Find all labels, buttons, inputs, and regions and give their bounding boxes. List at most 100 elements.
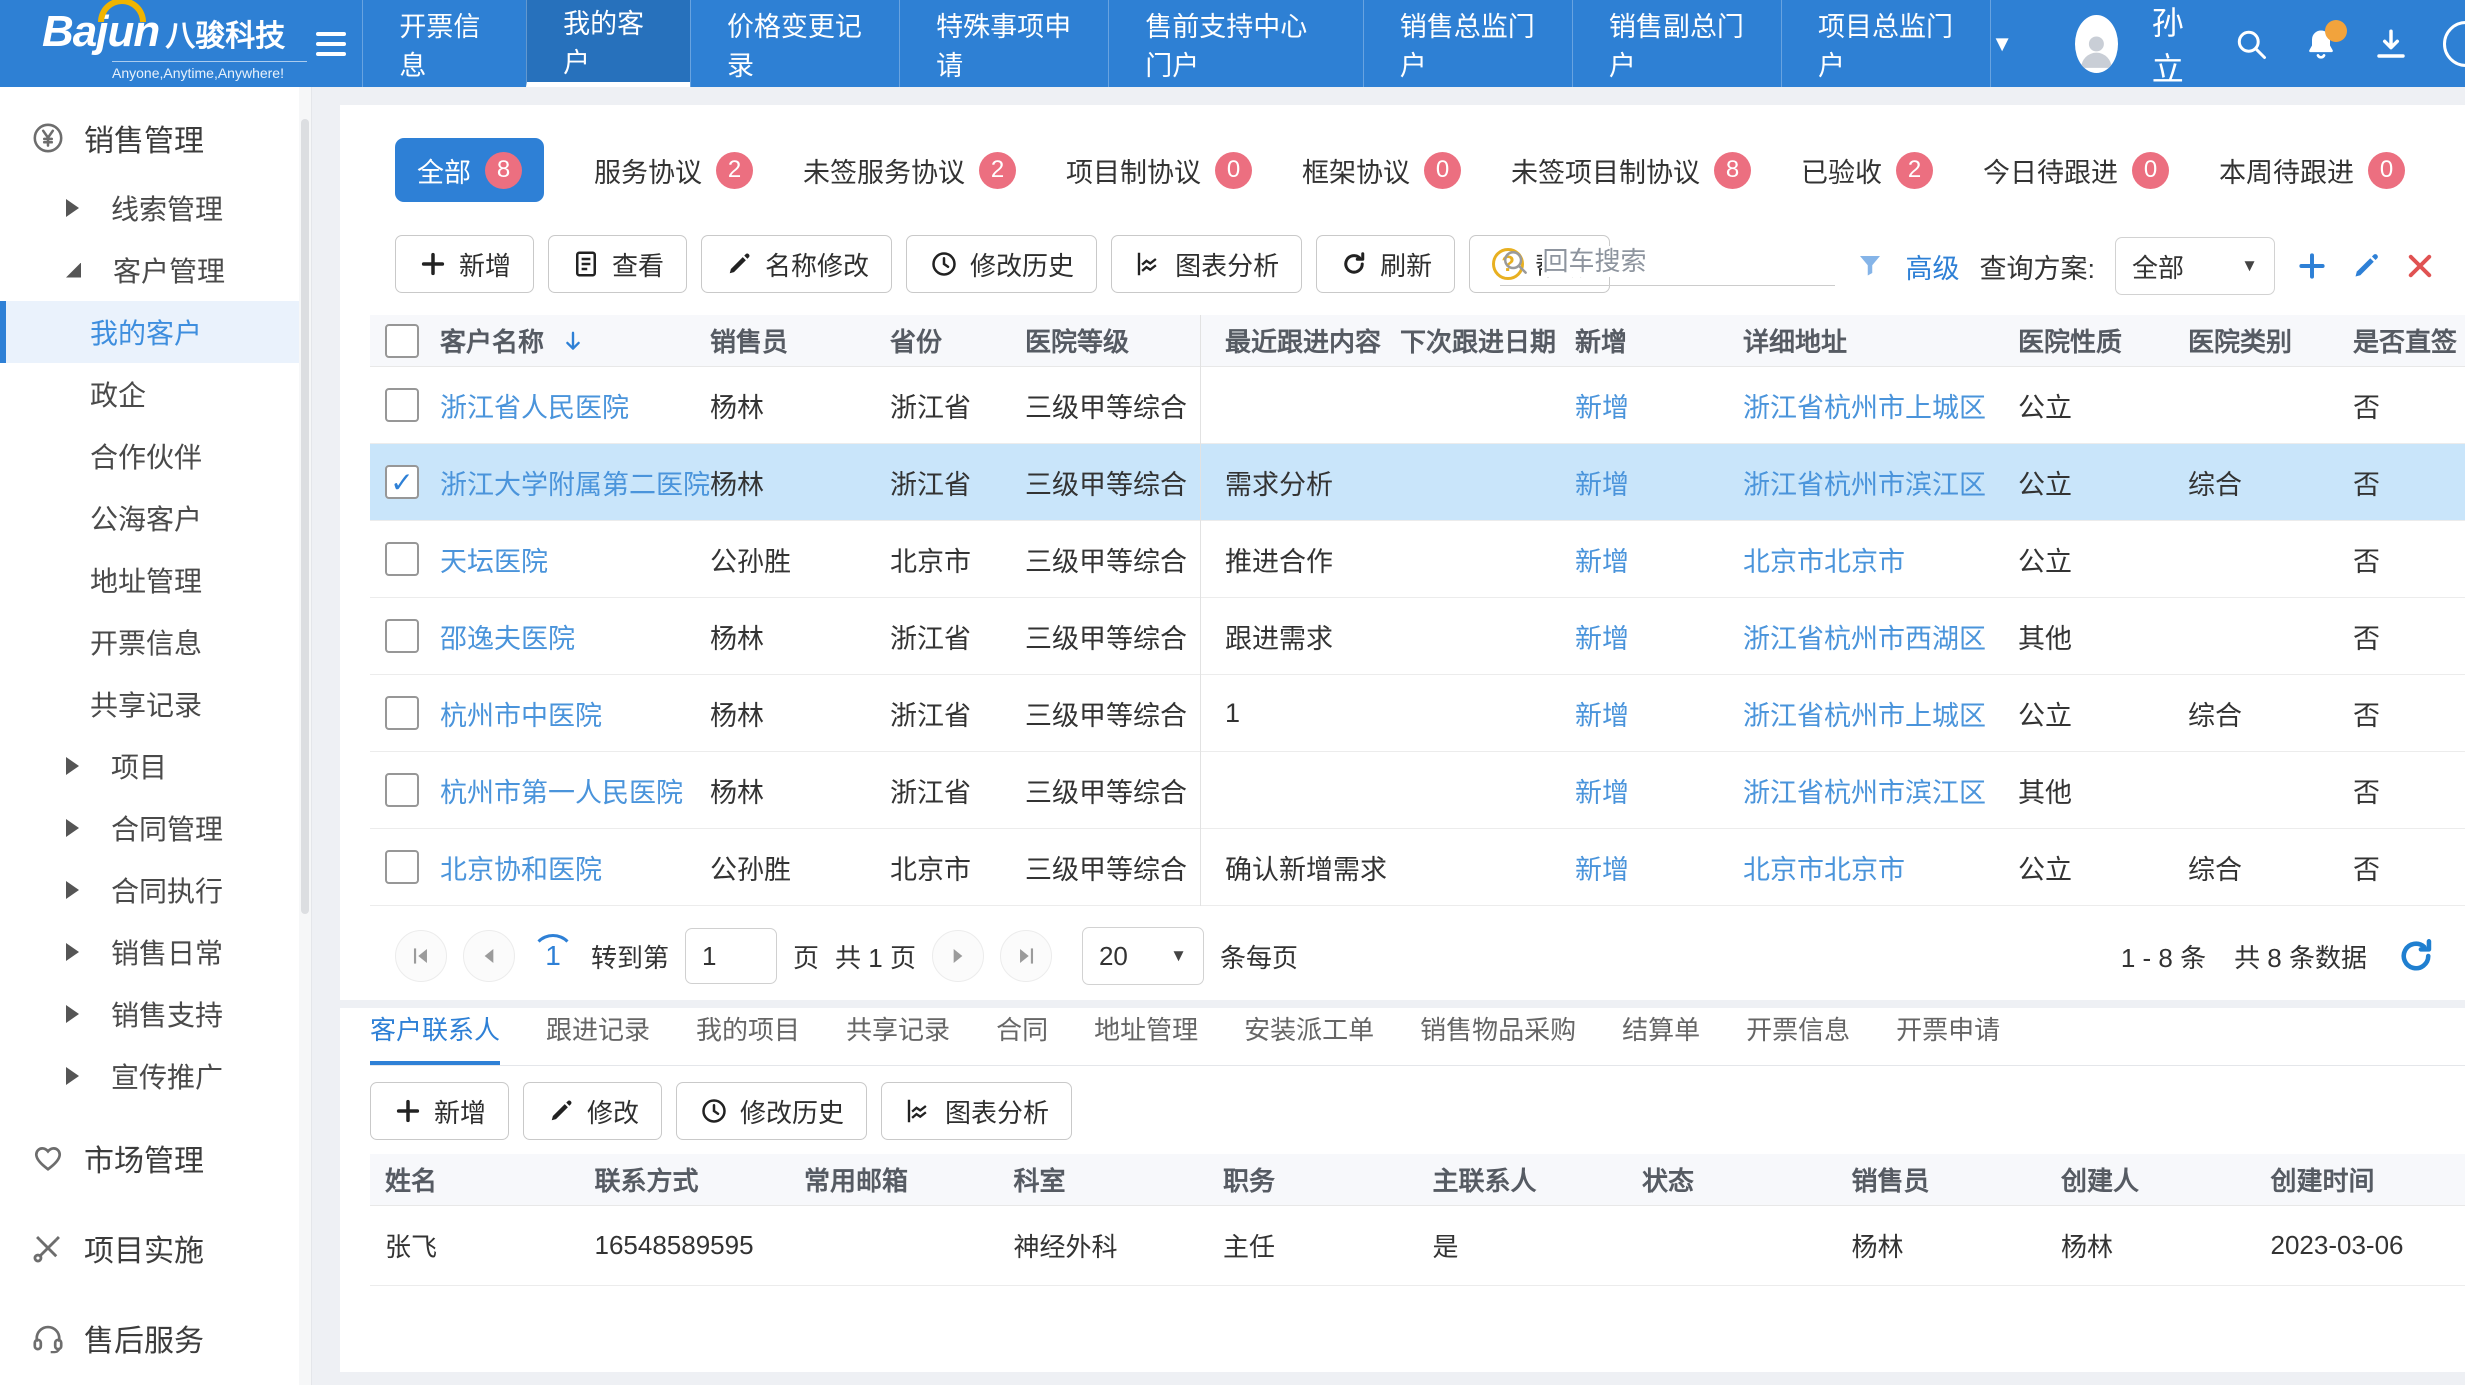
table-row[interactable]: 杭州市中医院杨林浙江省三级甲等综合1新增浙江省杭州市上城区公立综合否 [370,675,2465,752]
nav-item-1[interactable]: 我的客户 [526,0,690,87]
detail-tab-1[interactable]: 跟进记录 [546,1010,650,1065]
contact-edit-button[interactable]: 修改 [523,1082,662,1140]
sidebar-item-15[interactable]: 宣传推广 [0,1045,311,1107]
chart-analysis-button[interactable]: 图表分析 [1111,235,1302,293]
nav-item-7[interactable]: 项目总监门户 [1781,0,1991,87]
sidebar-item-5[interactable]: 合作伙伴 [0,425,311,487]
cell-link[interactable]: 北京协和医院 [440,855,602,885]
first-page-button[interactable] [395,930,447,982]
table-row[interactable]: 邵逸夫医院杨林浙江省三级甲等综合跟进需求新增浙江省杭州市西湖区其他否 [370,598,2465,675]
history-button[interactable]: 修改历史 [906,235,1097,293]
filter-tab-3[interactable]: 项目制协议0 [1066,151,1252,190]
view-button[interactable]: 查看 [548,235,687,293]
sidebar-item-10[interactable]: 项目 [0,735,311,797]
sidebar-item-17[interactable]: 项目实施 [0,1209,311,1287]
row-checkbox[interactable] [385,773,419,807]
query-plan-select[interactable]: 全部 ▼ [2115,237,2275,295]
detail-tab-10[interactable]: 开票申请 [1896,1010,2000,1065]
nav-item-2[interactable]: 价格变更记录 [690,0,899,87]
nav-item-0[interactable]: 开票信息 [362,0,526,87]
row-checkbox[interactable]: ✓ [385,465,419,499]
column-header-3[interactable]: 省份 [890,322,1025,359]
cell-link[interactable]: 新增 [1575,547,1629,577]
search-icon[interactable] [2233,26,2269,62]
cell-link[interactable]: 新增 [1575,701,1629,731]
cell-link[interactable]: 新增 [1575,855,1629,885]
cell-link[interactable]: 新增 [1575,470,1629,500]
cell-link[interactable]: 浙江省杭州市上城区 [1743,393,1986,423]
row-checkbox[interactable] [385,388,419,422]
table-row[interactable]: 杭州市第一人民医院杨林浙江省三级甲等综合新增浙江省杭州市滨江区其他否 [370,752,2465,829]
column-header-2[interactable]: 销售员 [710,322,890,359]
add-plan-icon[interactable] [2295,249,2329,283]
detail-tab-0[interactable]: 客户联系人 [370,1010,500,1065]
cell-link[interactable]: 新增 [1575,778,1629,808]
cell-link[interactable]: 浙江省人民医院 [440,393,629,423]
detail-tab-9[interactable]: 开票信息 [1746,1010,1850,1065]
detail-column-header-2[interactable]: 常用邮箱 [789,1161,999,1198]
prev-page-button[interactable] [463,930,515,982]
row-checkbox[interactable] [385,619,419,653]
cell-link[interactable]: 新增 [1575,624,1629,654]
column-header-1[interactable]: 客户名称 [440,322,710,359]
header-checkbox[interactable] [385,324,419,358]
filter-tab-6[interactable]: 已验收2 [1801,151,1933,190]
nav-item-5[interactable]: 销售总监门户 [1363,0,1572,87]
grid-search-input[interactable] [1542,246,1822,277]
detail-tab-8[interactable]: 结算单 [1622,1010,1700,1065]
app-logo[interactable]: Bajun 八骏科技 Anyone,Anytime,Anywhere! [0,0,300,87]
detail-tab-2[interactable]: 我的项目 [696,1010,800,1065]
sidebar-item-9[interactable]: 共享记录 [0,673,311,735]
sidebar-item-14[interactable]: 销售支持 [0,983,311,1045]
sidebar-item-0[interactable]: 销售管理 [0,99,311,177]
column-header-9[interactable]: 医院性质 [2018,322,2188,359]
detail-column-header-9[interactable]: 创建时间 [2256,1161,2465,1198]
filter-tab-7[interactable]: 今日待跟进0 [1983,151,2169,190]
next-page-button[interactable] [932,930,984,982]
detail-table-row[interactable]: 张飞16548589595神经外科主任是杨林杨林2023-03-06 [370,1206,2465,1286]
notifications-icon[interactable] [2303,26,2339,62]
detail-column-header-8[interactable]: 创建人 [2046,1161,2256,1198]
add-button[interactable]: 新增 [395,235,534,293]
filter-tab-5[interactable]: 未签项目制协议8 [1511,151,1751,190]
row-checkbox[interactable] [385,850,419,884]
edge-cut-icon[interactable] [2443,21,2465,67]
cell-link[interactable]: 天坛医院 [440,547,548,577]
detail-column-header-6[interactable]: 状态 [1627,1161,1837,1198]
detail-tab-5[interactable]: 地址管理 [1094,1010,1198,1065]
refresh-button[interactable]: 刷新 [1316,235,1455,293]
filter-tab-4[interactable]: 框架协议0 [1302,151,1461,190]
current-page[interactable]: 1 [531,934,575,978]
column-header-4[interactable]: 医院等级 [1025,322,1200,359]
cell-link[interactable]: 杭州市中医院 [440,701,602,731]
cell-link[interactable]: 北京市北京市 [1743,547,1905,577]
table-row[interactable]: 北京协和医院公孙胜北京市三级甲等综合确认新增需求新增北京市北京市公立综合否 [370,829,2465,906]
column-header-8[interactable]: 详细地址 [1743,322,2018,359]
sidebar-item-8[interactable]: 开票信息 [0,611,311,673]
cell-link[interactable]: 杭州市第一人民医院 [440,778,683,808]
refresh-icon[interactable] [2395,935,2437,977]
avatar[interactable] [2075,15,2118,73]
advanced-search-link[interactable]: 高级 [1905,247,1959,286]
sidebar-scrollbar[interactable] [301,119,309,914]
detail-tab-4[interactable]: 合同 [996,1010,1048,1065]
sidebar-item-12[interactable]: 合同执行 [0,859,311,921]
sidebar-item-2[interactable]: 客户管理 [0,239,311,301]
sidebar-item-4[interactable]: 政企 [0,363,311,425]
sidebar-item-18[interactable]: 售后服务 [0,1299,311,1377]
row-checkbox[interactable] [385,696,419,730]
cell-link[interactable]: 新增 [1575,393,1629,423]
filter-funnel-icon[interactable] [1855,251,1885,281]
contact-add-button[interactable]: 新增 [370,1082,509,1140]
row-checkbox[interactable] [385,542,419,576]
cell-link[interactable]: 北京市北京市 [1743,855,1905,885]
cell-link[interactable]: 浙江省杭州市滨江区 [1743,778,1986,808]
last-page-button[interactable] [1000,930,1052,982]
detail-column-header-1[interactable]: 联系方式 [580,1161,790,1198]
detail-tab-3[interactable]: 共享记录 [846,1010,950,1065]
sidebar-item-6[interactable]: 公海客户 [0,487,311,549]
column-header-6[interactable]: 下次跟进日期 [1400,322,1575,359]
menu-toggle-icon[interactable] [300,0,362,87]
cell-link[interactable]: 浙江省杭州市西湖区 [1743,624,1986,654]
cell-link[interactable]: 浙江大学附属第二医院 [440,470,710,500]
